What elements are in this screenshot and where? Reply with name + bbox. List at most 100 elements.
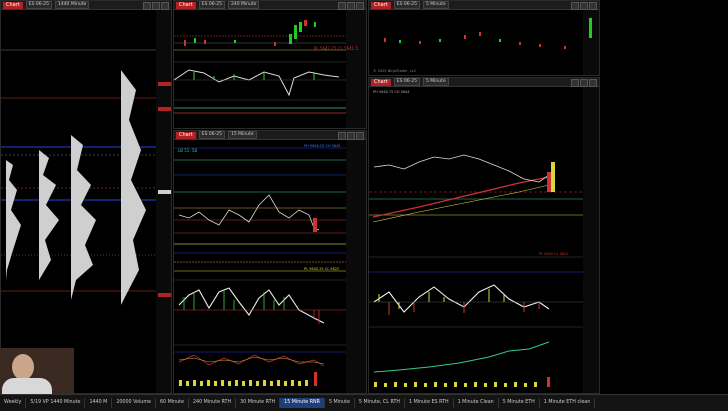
oscillator-histogram xyxy=(193,72,315,80)
instrument-selector[interactable]: ES 06-25 xyxy=(393,78,420,86)
chart-button[interactable]: Chart xyxy=(371,78,391,86)
last-candle xyxy=(313,218,317,232)
workspace-tab[interactable]: 240 Minute RTH xyxy=(189,398,237,408)
cumulative-delta-line xyxy=(373,341,550,373)
corner-label: LB 51: 58 xyxy=(178,148,197,153)
person-silhouette xyxy=(12,354,34,380)
minimize-icon[interactable] xyxy=(338,132,346,140)
chart-240-window: Chart ES 06-25 240 Minute PL 5642.25 CL … xyxy=(173,0,367,129)
interval-selector[interactable]: 5 Minute xyxy=(422,78,449,86)
trend-line xyxy=(372,184,550,223)
maximize-icon[interactable] xyxy=(152,2,160,10)
price-marker xyxy=(158,190,171,194)
workspace-tab-bar: Weekly 5/19 VP 1440 Minute 1440 M 20000 Vol… xyxy=(0,394,728,411)
chart-240-toolbar: Chart ES 06-25 240 Minute xyxy=(174,1,366,10)
price-axis xyxy=(346,10,366,128)
oscillator-line xyxy=(178,287,325,324)
workspace-tab[interactable]: 1440 M xyxy=(85,398,113,408)
interval-selector[interactable]: 5 Minute xyxy=(422,1,449,9)
minimize-icon[interactable] xyxy=(338,2,346,10)
price-axis xyxy=(156,10,171,393)
chart-15-toolbar: Chart ES 06-25 15 Minute xyxy=(174,131,366,140)
candles xyxy=(384,18,592,49)
price-marker xyxy=(551,162,555,192)
price-axis xyxy=(583,87,599,393)
pl-label: PL 5642 CL 5622 xyxy=(539,252,569,256)
person-shoulders xyxy=(2,378,52,394)
price-chart-240: PL 5642.25 CL 5641.5 xyxy=(174,10,366,128)
copyright-label: © 2025 NinjaTrader, LLC xyxy=(373,69,417,73)
corner-label: PH 5648.75 CH 5644 xyxy=(373,90,410,94)
volume-profile-chart xyxy=(1,10,171,393)
workspace-tab[interactable]: 30 Minute RTH xyxy=(236,398,281,408)
last-candle xyxy=(547,172,551,192)
workspace-tab[interactable]: 5 Minute, CL RTH xyxy=(355,398,405,408)
chart-button[interactable]: Chart xyxy=(176,1,196,9)
interval-selector[interactable]: 1440 Minute xyxy=(54,1,90,9)
workspace-tab[interactable]: 60 Minute xyxy=(156,398,189,408)
trend-line xyxy=(372,176,550,218)
instrument-selector[interactable]: ES 06-25 xyxy=(25,1,52,9)
maximize-icon[interactable] xyxy=(347,132,355,140)
minimize-icon[interactable] xyxy=(143,2,151,10)
chart-5-main-toolbar: Chart ES 06-25 5 Minute xyxy=(369,78,599,87)
price-bars xyxy=(178,194,320,231)
volume-spike xyxy=(314,372,317,386)
close-icon[interactable] xyxy=(589,2,597,10)
interval-selector[interactable]: 240 Minute xyxy=(227,1,260,9)
workspace-tab[interactable]: Weekly xyxy=(0,398,27,408)
chart-15-window: Chart ES 06-25 15 Minute LB 51: 58 PH 58… xyxy=(173,130,367,394)
chart-5-top-toolbar: Chart ES 06-25 5 Minute xyxy=(369,1,599,10)
close-icon[interactable] xyxy=(589,79,597,87)
minimize-icon[interactable] xyxy=(571,2,579,10)
close-icon[interactable] xyxy=(161,2,169,10)
profile-toolbar: Chart ES 06-25 1440 Minute xyxy=(1,1,171,10)
ph-label: PH 5846.25 CH 5645 xyxy=(304,144,341,148)
price-chart-5-main: PH 5648.75 CH 5644 PL 5642 CL 5622 xyxy=(369,87,599,393)
price-chart-15: LB 51: 58 PH 5846.25 CH 5645 PL 5645.25 … xyxy=(174,140,366,393)
workspace-tab[interactable]: 1 Minute ES RTH xyxy=(405,398,454,408)
oscillator-histogram xyxy=(378,289,505,309)
oscillator-line xyxy=(373,284,550,313)
webcam-overlay xyxy=(0,348,74,394)
pl-label: PL 5645.25 CL 5622 xyxy=(304,267,339,271)
price-marker xyxy=(158,293,171,297)
workspace-tab[interactable]: 5/19 VP 1440 Minute xyxy=(26,398,86,408)
chart-button[interactable]: Chart xyxy=(371,1,391,9)
profile-chart-window: Chart ES 06-25 1440 Minute xyxy=(0,0,172,394)
volume-bars xyxy=(374,382,537,387)
chart-5-top-window: Chart ES 06-25 5 Minute © 2025 NinjaTrad… xyxy=(368,0,600,76)
volume-bars xyxy=(179,380,308,386)
desktop-background xyxy=(601,0,728,394)
chart-5-main-window: Chart ES 06-25 5 Minute PH 5648.75 CH 56… xyxy=(368,77,600,394)
chart-button[interactable]: Chart xyxy=(176,131,196,139)
interval-selector[interactable]: 15 Minute xyxy=(227,131,257,139)
price-marker xyxy=(158,107,171,111)
close-icon[interactable] xyxy=(356,2,364,10)
price-axis xyxy=(346,140,366,393)
close-icon[interactable] xyxy=(356,132,364,140)
workspace-tab[interactable]: 1 Minute ETH clean xyxy=(540,398,596,408)
maximize-icon[interactable] xyxy=(347,2,355,10)
instrument-selector[interactable]: ES 06-25 xyxy=(393,1,420,9)
price-marker xyxy=(158,82,171,86)
price-chart-5-top: © 2025 NinjaTrader, LLC xyxy=(373,10,599,75)
oscillator-histogram xyxy=(183,290,285,310)
workspace-tab[interactable]: 5 Minute ETH xyxy=(499,398,540,408)
workspace-tab[interactable]: 5 Minute xyxy=(325,398,355,408)
workspace-tab[interactable]: 20000 Volume xyxy=(112,398,156,408)
pl-label: PL 5642.25 CL 5641.5 xyxy=(314,46,358,51)
price-bars xyxy=(373,154,550,183)
maximize-icon[interactable] xyxy=(580,2,588,10)
maximize-icon[interactable] xyxy=(580,79,588,87)
minimize-icon[interactable] xyxy=(571,79,579,87)
instrument-selector[interactable]: ES 06-25 xyxy=(198,1,225,9)
workspace-tab[interactable]: 1 Minute Clean xyxy=(454,398,499,408)
stochastic-line xyxy=(178,354,325,367)
oscillator-histogram-negative xyxy=(313,310,320,324)
chart-button[interactable]: Chart xyxy=(3,1,23,9)
profile-bars xyxy=(6,70,146,305)
workspace-tab[interactable]: 15 Minute RNR xyxy=(280,398,325,408)
candles xyxy=(184,20,316,46)
instrument-selector[interactable]: ES 06-25 xyxy=(198,131,225,139)
